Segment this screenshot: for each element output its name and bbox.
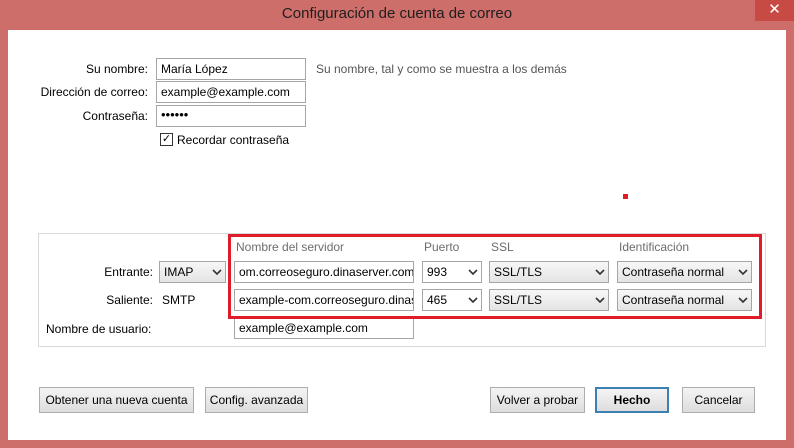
dialog-content: Su nombre: María López Su nombre, tal y … [8,30,786,440]
retest-button[interactable]: Volver a probar [490,387,585,413]
remember-password-label[interactable]: Recordar contraseña [177,133,289,147]
email-field-value: example@example.com [161,85,290,99]
password-label: Contraseña: [82,109,148,123]
outgoing-protocol: SMTP [162,293,196,307]
remember-password-checkbox[interactable]: ✓ [160,133,173,146]
name-label: Su nombre: [85,62,148,76]
chevron-down-icon [212,268,222,276]
red-highlight-box [228,234,762,319]
name-field[interactable]: María López [156,58,306,80]
name-field-value: María López [161,62,228,76]
username-label: Nombre de usuario: [46,322,152,336]
title-bar[interactable]: Configuración de cuenta de correo ✕ [0,0,794,28]
cancel-button[interactable]: Cancelar [682,387,755,413]
email-label: Dirección de correo: [40,85,148,99]
red-marker-dot [623,194,628,199]
name-hint: Su nombre, tal y como se muestra a los d… [316,62,567,76]
incoming-protocol-select[interactable]: IMAP [159,261,226,283]
password-field-value: •••••• [161,107,189,122]
incoming-protocol-value: IMAP [164,265,194,279]
close-button[interactable]: ✕ [755,0,794,21]
window-title: Configuración de cuenta de correo [281,5,513,22]
dialog-window: Configuración de cuenta de correo ✕ Su n… [0,0,794,448]
outgoing-label: Saliente: [106,293,153,307]
username-field[interactable]: example@example.com [234,317,414,339]
checkmark-icon: ✓ [161,133,172,145]
incoming-label: Entrante: [104,265,153,279]
email-field[interactable]: example@example.com [156,81,306,103]
new-account-button[interactable]: Obtener una nueva cuenta [39,387,194,413]
username-field-value: example@example.com [239,321,368,335]
done-button[interactable]: Hecho [595,387,669,413]
close-icon: ✕ [768,1,781,18]
password-field[interactable]: •••••• [156,105,306,127]
advanced-config-button[interactable]: Config. avanzada [205,387,308,413]
